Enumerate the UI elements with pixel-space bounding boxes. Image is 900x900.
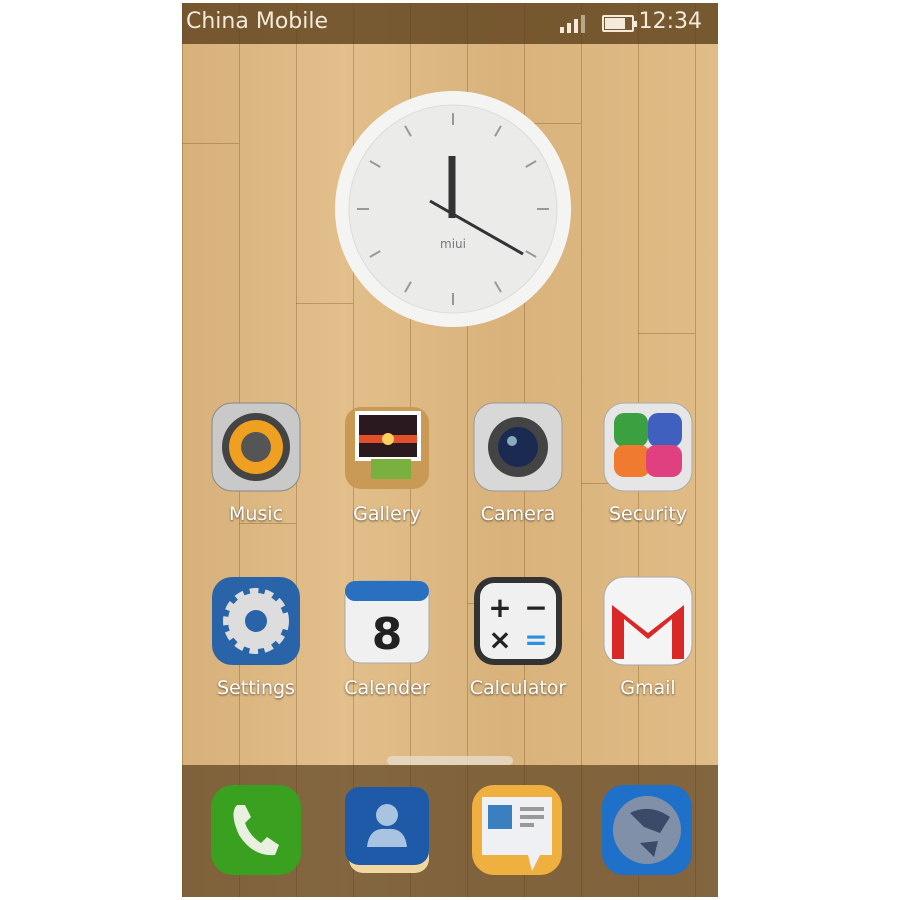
status-bar: China Mobile 12:34 — [182, 3, 718, 44]
battery-icon — [602, 15, 637, 32]
app-label: Calender — [344, 677, 430, 699]
gear-icon — [212, 577, 300, 665]
speaker-icon — [211, 402, 301, 492]
status-time: 12:34 — [638, 9, 702, 34]
colored-tiles-icon — [603, 402, 693, 492]
app-music[interactable]: Music — [201, 401, 311, 525]
sunset-photo-icon — [345, 407, 429, 489]
contacts-icon[interactable] — [339, 783, 433, 877]
app-label: Calculator — [469, 677, 567, 699]
clock-widget[interactable]: miui — [334, 90, 572, 328]
camera-lens-icon — [473, 402, 563, 492]
carrier-name: China Mobile — [186, 9, 329, 34]
page-handle[interactable] — [387, 756, 513, 765]
svg-text:=: = — [524, 623, 547, 656]
app-gmail[interactable]: Gmail — [593, 575, 703, 699]
app-label: Gmail — [620, 677, 676, 699]
app-settings[interactable]: Settings — [201, 575, 311, 699]
app-label: Gallery — [353, 503, 421, 525]
clock-brand: miui — [440, 237, 466, 251]
app-label: Camera — [480, 503, 556, 525]
gmail-envelope-icon — [603, 576, 693, 666]
app-label: Settings — [217, 677, 295, 699]
phone-icon[interactable] — [209, 783, 303, 877]
browser-globe-icon[interactable] — [600, 783, 694, 877]
app-security[interactable]: Security — [593, 401, 703, 525]
calendar-day: 8 — [372, 609, 403, 660]
signal-bars-icon — [560, 15, 585, 33]
app-calculator[interactable]: + − × = Calculator — [463, 575, 573, 699]
calendar-icon: 8 — [344, 580, 430, 664]
app-calendar[interactable]: 8 Calender — [332, 575, 442, 699]
home-screen: China Mobile 12:34 miui Music Gallery Ca… — [182, 3, 718, 897]
app-label: Security — [608, 503, 688, 525]
svg-text:−: − — [524, 591, 547, 624]
app-gallery[interactable]: Gallery — [332, 401, 442, 525]
svg-text:+: + — [488, 591, 511, 624]
messages-icon[interactable] — [470, 783, 564, 877]
svg-text:×: × — [488, 623, 511, 656]
app-camera[interactable]: Camera — [463, 401, 573, 525]
app-label: Music — [228, 503, 284, 525]
calculator-icon: + −× = — [474, 577, 562, 665]
